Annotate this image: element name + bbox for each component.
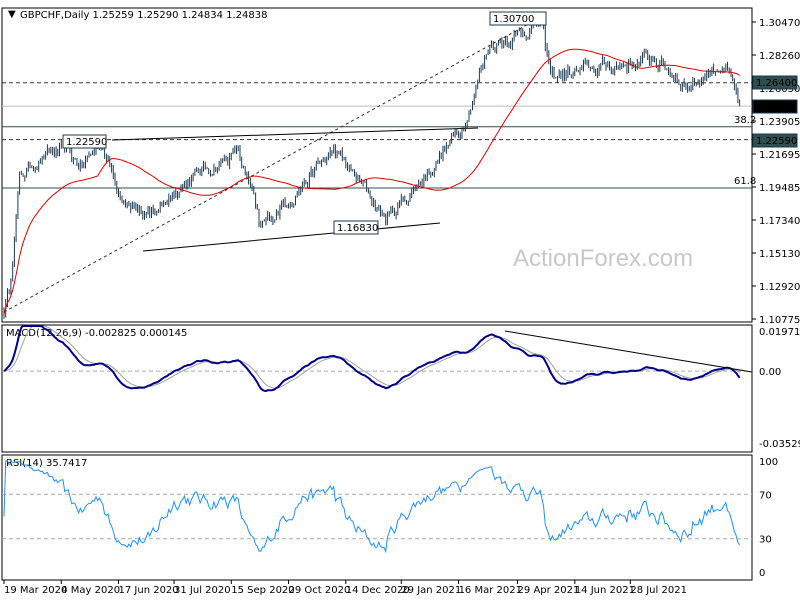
date-tick-label: 14 Jun 2021 <box>575 585 635 596</box>
date-tick-label: 16 Mar 2021 <box>459 585 522 596</box>
watermark: ActionForex.com <box>513 245 693 272</box>
date-tick-label: 29 Apr 2021 <box>518 585 580 596</box>
triangle-lower-line <box>142 222 441 252</box>
price-tick-label: 1.21695 <box>759 150 800 161</box>
rsi-tick-label: 70 <box>759 490 772 501</box>
rsi-panel-frame <box>1 454 753 581</box>
chart-window: ▼ GBPCHF,Daily 1.25259 1.25290 1.24834 1.… <box>0 0 800 600</box>
date-tick-label: 28 Jul 2021 <box>630 585 687 596</box>
macd-trendline <box>504 330 753 373</box>
macd-tick-label: 0.019718 <box>759 327 800 338</box>
price-tick-label: 1.19485 <box>759 183 800 194</box>
rsi-tick-label: 0 <box>759 568 765 579</box>
triangle-upper-line <box>111 127 479 141</box>
symbol-header: GBPCHF,Daily 1.25259 1.25290 1.24834 1.2… <box>20 10 268 21</box>
price-tick-label: 1.28260 <box>759 51 800 62</box>
price-tick-label: 1.17340 <box>759 216 800 227</box>
rsi-tick-label: 100 <box>759 457 778 468</box>
price-tick-label: 1.15130 <box>759 249 800 260</box>
price-tick-label: 1.23905 <box>759 117 800 128</box>
date-tick-label: 19 Mar 2020 <box>4 585 67 596</box>
high-annotation: 1.30700 <box>493 14 534 25</box>
pivot-high-annotation: 1.22590 <box>66 137 107 148</box>
macd-tick-label: -0.035295 <box>759 439 800 450</box>
header-arrow-icon: ▼ <box>8 9 16 20</box>
chart-svg: ▼ GBPCHF,Daily 1.25259 1.25290 1.24834 1.… <box>1 7 800 596</box>
level-2-price-label: 1.22590 <box>756 136 797 147</box>
price-bars <box>3 14 741 319</box>
rsi-line <box>3 460 741 554</box>
fib-382-label: 38.2 <box>734 115 756 126</box>
date-tick-label: 17 Jun 2020 <box>119 585 179 596</box>
moving-average-line <box>3 48 740 315</box>
date-tick-label: 15 Sep 2020 <box>231 585 294 596</box>
date-tick-label: 4 May 2020 <box>61 585 120 596</box>
rsi-title: RSI(14) 35.7417 <box>6 458 87 469</box>
date-tick-label: 29 Oct 2020 <box>289 585 351 596</box>
rsi-tick-label: 30 <box>759 535 772 546</box>
price-tick-label: 1.30470 <box>759 18 800 29</box>
macd-panel-frame <box>1 324 753 453</box>
level-1-price-label: 1.26400 <box>756 78 797 89</box>
current-price-label: 1.24838 <box>756 102 797 113</box>
pivot-low-annotation: 1.16830 <box>337 223 378 234</box>
date-tick-label: 14 Dec 2020 <box>346 585 410 596</box>
price-tick-label: 1.10775 <box>759 315 800 326</box>
price-tick-label: 1.12920 <box>759 282 800 293</box>
macd-title: MACD(12,26,9) -0.002825 0.000145 <box>6 328 187 339</box>
main-panel-frame <box>1 7 753 323</box>
date-tick-label: 31 Jul 2020 <box>174 585 231 596</box>
macd-tick-label: 0.00 <box>759 367 781 378</box>
fib-618-label: 61.8 <box>734 176 756 187</box>
date-tick-label: 29 Jan 2021 <box>401 585 461 596</box>
